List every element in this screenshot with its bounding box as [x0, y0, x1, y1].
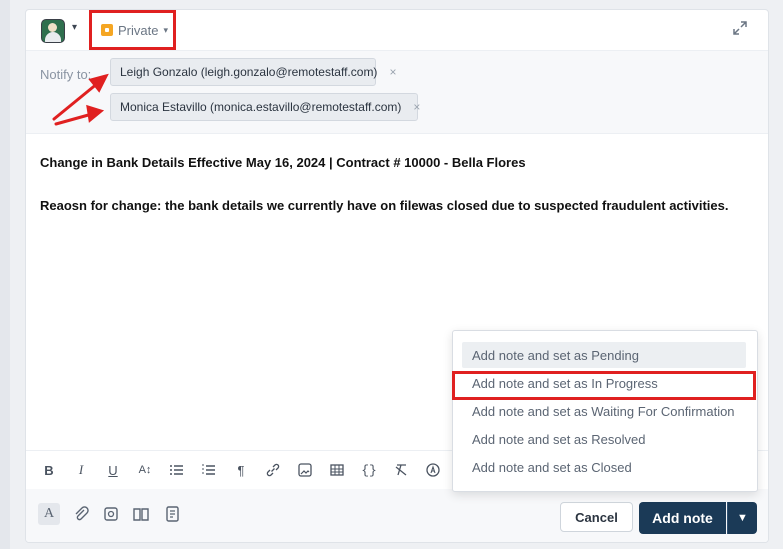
- attachment-icon[interactable]: [70, 503, 92, 525]
- menu-item-pending[interactable]: Add note and set as Pending: [462, 342, 746, 368]
- bold-button[interactable]: B: [40, 462, 58, 478]
- text-format-toggle-icon[interactable]: A: [38, 503, 60, 525]
- visibility-label: Private: [118, 22, 159, 38]
- table-icon[interactable]: [328, 462, 346, 478]
- add-note-options-button[interactable]: ▼: [727, 502, 757, 534]
- code-block-button[interactable]: {}: [360, 462, 378, 478]
- chevron-down-icon: ▾: [163, 24, 168, 35]
- recipient-chip[interactable]: Monica Estavillo (monica.estavillo@remot…: [110, 93, 420, 121]
- expand-icon[interactable]: [732, 20, 748, 36]
- numbered-list-icon[interactable]: [200, 462, 218, 478]
- notify-label: Notify to:: [40, 67, 92, 82]
- paragraph-button[interactable]: ¶: [232, 462, 250, 478]
- editor-header: ▾ Private ▾: [26, 10, 768, 51]
- underline-button[interactable]: U: [104, 462, 122, 478]
- left-edge-panel: [0, 0, 10, 549]
- note-line: Reaosn for change: the bank details we c…: [40, 198, 729, 213]
- avatar-head-shape: [48, 23, 57, 32]
- chevron-down-icon: ▼: [737, 512, 748, 524]
- avatar-body-shape: [45, 32, 61, 42]
- canned-response-icon[interactable]: [100, 503, 122, 525]
- font-size-button[interactable]: A↕: [136, 462, 154, 478]
- bullet-list-icon[interactable]: [168, 462, 186, 478]
- visibility-dropdown[interactable]: Private ▾: [95, 18, 174, 42]
- remove-recipient-icon[interactable]: ×: [413, 100, 420, 114]
- notify-section: Notify to: Leigh Gonzalo (leigh.gonzalo@…: [26, 51, 768, 134]
- knowledge-base-icon[interactable]: [130, 503, 152, 525]
- link-icon[interactable]: [264, 462, 282, 478]
- clear-format-icon[interactable]: [392, 462, 410, 478]
- recipient-chip[interactable]: Leigh Gonzalo (leigh.gonzalo@remotestaff…: [110, 58, 396, 86]
- add-note-status-menu: Add note and set as Pending Add note and…: [452, 330, 758, 492]
- italic-button[interactable]: I: [72, 462, 90, 478]
- recipient-name: Monica Estavillo (monica.estavillo@remot…: [120, 100, 402, 114]
- editor-footer: A Cancel Add note ▼: [26, 489, 768, 542]
- menu-item-waiting-for-confirmation[interactable]: Add note and set as Waiting For Confirma…: [462, 398, 746, 424]
- add-note-button[interactable]: Add note: [639, 502, 726, 534]
- note-body[interactable]: Change in Bank Details Effective May 16,…: [40, 155, 750, 213]
- remove-recipient-icon[interactable]: ×: [389, 65, 396, 79]
- chevron-down-icon[interactable]: ▾: [72, 22, 77, 33]
- cancel-button[interactable]: Cancel: [560, 502, 633, 532]
- note-line: Change in Bank Details Effective May 16,…: [40, 155, 526, 170]
- menu-item-resolved[interactable]: Add note and set as Resolved: [462, 426, 746, 452]
- menu-item-in-progress[interactable]: Add note and set as In Progress: [462, 370, 746, 396]
- lock-icon: [101, 24, 113, 36]
- template-icon[interactable]: [162, 503, 184, 525]
- text-style-icon[interactable]: [424, 462, 442, 478]
- menu-item-closed[interactable]: Add note and set as Closed: [462, 454, 746, 480]
- image-icon[interactable]: [296, 462, 314, 478]
- recipient-name: Leigh Gonzalo (leigh.gonzalo@remotestaff…: [120, 65, 378, 79]
- agent-avatar[interactable]: [41, 19, 65, 43]
